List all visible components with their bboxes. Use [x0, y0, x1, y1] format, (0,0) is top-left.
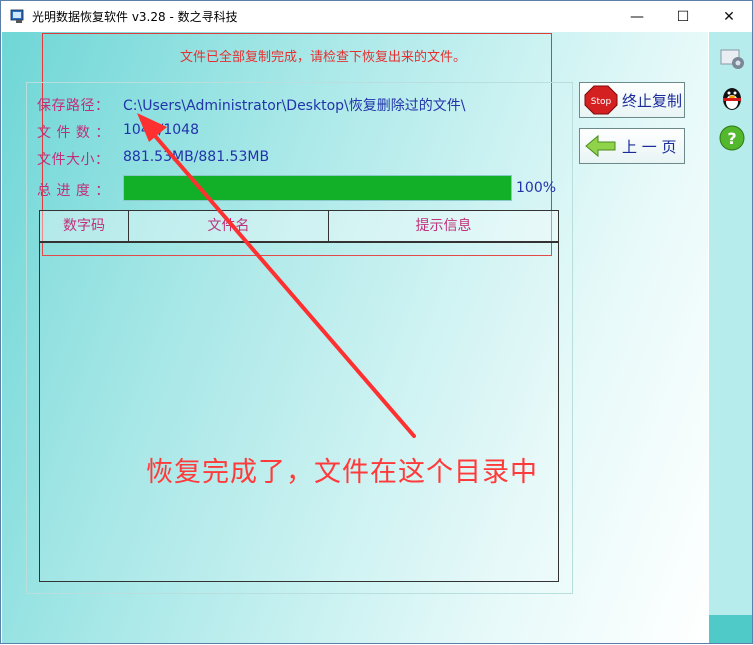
window-title: 光明数据恢复软件 v3.28 - 数之寻科技	[32, 10, 238, 24]
column-header-filename[interactable]: 文件名	[129, 211, 329, 241]
progress-bar	[123, 175, 512, 201]
stop-copy-button[interactable]: Stop 终止复制	[579, 82, 685, 118]
side-toolbar-footer	[709, 615, 752, 643]
column-header-message[interactable]: 提示信息	[329, 211, 558, 241]
close-button[interactable]: ✕	[706, 1, 752, 32]
annotation-text: 恢复完成了，文件在这个目录中	[146, 457, 538, 488]
save-path-label: 保存路径：	[37, 98, 110, 114]
file-size-label: 文件大小：	[37, 152, 110, 168]
file-list-table[interactable]: 数字码 文件名 提示信息	[39, 210, 559, 582]
help-icon[interactable]: ?	[718, 124, 746, 152]
svg-text:?: ?	[727, 129, 736, 148]
progress-bar-fill	[124, 176, 511, 200]
file-count-label: 文 件 数 ：	[37, 125, 110, 141]
app-window: 光明数据恢复软件 v3.28 - 数之寻科技 — ☐ ✕ 文件已全部复制完成，请…	[0, 0, 753, 644]
file-size-value: 881.53MB/881.53MB	[123, 149, 270, 165]
stop-icon: Stop	[584, 85, 618, 115]
side-toolbar: ?	[709, 32, 752, 615]
save-path-value: C:\Users\Administrator\Desktop\恢复删除过的文件\	[123, 98, 466, 114]
previous-page-label: 上 一 页	[622, 137, 677, 156]
previous-page-button[interactable]: 上 一 页	[579, 128, 685, 164]
progress-percent: 100%	[516, 180, 557, 196]
progress-label: 总 进 度 ：	[37, 183, 110, 199]
svg-text:Stop: Stop	[591, 97, 612, 107]
settings-icon[interactable]	[718, 44, 746, 72]
status-message: 文件已全部复制完成，请检查下恢复出来的文件。	[180, 50, 467, 65]
app-icon	[10, 9, 24, 23]
main-content: 文件已全部复制完成，请检查下恢复出来的文件。 保存路径： C:\Users\Ad…	[2, 32, 708, 643]
back-arrow-icon	[585, 134, 616, 158]
stop-copy-label: 终止复制	[622, 91, 683, 110]
maximize-button[interactable]: ☐	[660, 1, 706, 32]
minimize-button[interactable]: —	[614, 1, 660, 32]
title-bar[interactable]: 光明数据恢复软件 v3.28 - 数之寻科技 — ☐ ✕	[1, 1, 752, 32]
file-count-value: 1048/1048	[123, 122, 199, 138]
qq-penguin-icon[interactable]	[718, 84, 746, 112]
table-header: 数字码 文件名 提示信息	[40, 211, 558, 243]
column-header-code[interactable]: 数字码	[40, 211, 129, 241]
